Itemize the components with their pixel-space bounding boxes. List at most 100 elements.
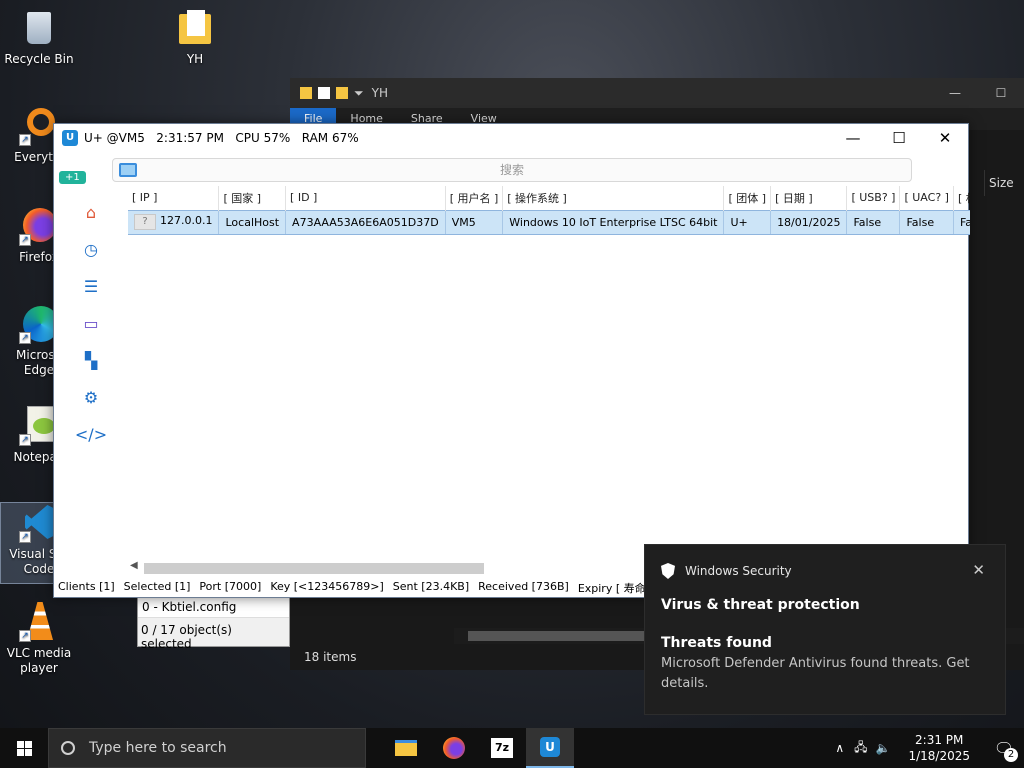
search-icon bbox=[61, 741, 75, 755]
settings-gears-icon[interactable]: ⚙ bbox=[54, 379, 128, 416]
app-title: U+ @VM5 2:31:57 PM CPU 57% RAM 67% bbox=[84, 131, 359, 145]
maximize-button[interactable]: ☐ bbox=[876, 124, 922, 152]
search-placeholder: 搜索 bbox=[499, 163, 524, 177]
clients-table[interactable]: [ IP ] [ 国家 ] [ ID ] [ 用户名 ] [ 操作系统 ] [ … bbox=[128, 186, 970, 558]
vlc-cone-icon: ↗ bbox=[19, 602, 59, 642]
status-key: Key [<123456789>] bbox=[270, 580, 384, 593]
cell-username: VM5 bbox=[445, 209, 504, 235]
table-header-row: [ IP ] [ 国家 ] [ ID ] [ 用户名 ] [ 操作系统 ] [ … bbox=[128, 186, 970, 210]
status-clients: Clients [1] bbox=[58, 580, 115, 593]
cell-date: 18/01/2025 bbox=[770, 209, 848, 235]
toast-app-name: Windows Security bbox=[685, 564, 792, 578]
desktop-icon-label: Recycle Bin bbox=[4, 52, 74, 66]
system-tray: ∧ 🖧 🔈 2:31 PM 1/18/2025 🗨 2 bbox=[829, 732, 1024, 764]
firefox-icon bbox=[443, 737, 465, 759]
cell-ip: ? 127.0.0.1 bbox=[128, 209, 220, 235]
u-plus-logo-icon: U bbox=[62, 130, 78, 146]
network-icon[interactable]: 🖧 bbox=[850, 738, 871, 759]
new-client-badge: +1 bbox=[59, 171, 86, 184]
shortcut-arrow-icon: ↗ bbox=[19, 630, 31, 642]
taskbar-firefox[interactable] bbox=[430, 728, 478, 768]
column-header-date[interactable]: [ 日期 ] bbox=[770, 186, 848, 210]
unknown-flag-icon: ? bbox=[134, 214, 156, 230]
history-clock-icon[interactable]: ◷ bbox=[54, 231, 128, 268]
column-header-id[interactable]: [ ID ] bbox=[285, 186, 446, 210]
column-header-os[interactable]: [ 操作系统 ] bbox=[502, 186, 725, 210]
shield-icon bbox=[661, 563, 675, 579]
clock[interactable]: 2:31 PM 1/18/2025 bbox=[894, 732, 984, 764]
u-plus-logo-icon: U bbox=[540, 737, 560, 757]
clock-date: 1/18/2025 bbox=[908, 749, 970, 763]
column-header-camera[interactable]: [ 相机? ] bbox=[953, 186, 970, 210]
shortcut-arrow-icon: ↗ bbox=[19, 134, 31, 146]
new-folder-icon[interactable] bbox=[336, 87, 348, 99]
column-header-username[interactable]: [ 用户名 ] bbox=[445, 186, 504, 210]
column-header-size[interactable]: Size bbox=[984, 170, 1024, 196]
cell-os: Windows 10 IoT Enterprise LTSC 64bit bbox=[502, 209, 725, 235]
desktop-icon-label: VLC media player bbox=[6, 646, 72, 675]
desktop-icon-vlc[interactable]: ↗ VLC media player bbox=[0, 602, 78, 676]
taskbar-search-input[interactable]: Type here to search bbox=[48, 728, 366, 768]
u-plus-window[interactable]: U U+ @VM5 2:31:57 PM CPU 57% RAM 67% — ☐… bbox=[53, 123, 970, 598]
home-icon[interactable]: ⌂ bbox=[54, 194, 128, 231]
explorer-titlebar[interactable]: ⏷ YH — ☐ bbox=[290, 78, 1024, 108]
search-input[interactable]: 搜索 bbox=[112, 158, 912, 182]
windows-security-notification[interactable]: Windows Security ✕ Virus & threat protec… bbox=[644, 544, 1006, 715]
cell-country: LocalHost bbox=[218, 209, 287, 235]
status-expiry: Expiry [ 寿命 ] bbox=[577, 582, 654, 595]
cell-uac: False bbox=[899, 209, 954, 235]
properties-icon[interactable] bbox=[318, 87, 330, 99]
cell-usb: False bbox=[846, 209, 901, 235]
code-icon[interactable]: </> bbox=[54, 416, 128, 453]
cell-camera: False bbox=[953, 209, 970, 235]
shortcut-arrow-icon: ↗ bbox=[19, 531, 31, 543]
column-header-usb[interactable]: [ USB? ] bbox=[846, 186, 901, 210]
shortcut-arrow-icon: ↗ bbox=[19, 434, 31, 446]
status-selected: Selected [1] bbox=[123, 580, 191, 593]
column-header-country[interactable]: [ 国家 ] bbox=[218, 186, 287, 210]
toast-subheading: Threats found bbox=[661, 635, 772, 651]
list-item-label: 0 - Kbtiel.config bbox=[142, 600, 237, 614]
close-icon[interactable]: ✕ bbox=[972, 561, 985, 579]
maximize-button[interactable]: ☐ bbox=[978, 86, 1024, 100]
list-item[interactable]: 0 - Kbtiel.config bbox=[138, 596, 289, 618]
taskbar: Type here to search 7z U ∧ 🖧 🔈 2:31 PM 1… bbox=[0, 728, 1024, 768]
column-header-ip[interactable]: [ IP ] bbox=[128, 186, 220, 210]
notification-count-badge: 2 bbox=[1004, 747, 1018, 762]
taskbar-u-plus[interactable]: U bbox=[526, 728, 574, 768]
notification-center-button[interactable]: 🗨 2 bbox=[984, 739, 1024, 762]
table-row[interactable]: ? 127.0.0.1 LocalHost A73AAA53A6E6A051D37… bbox=[128, 209, 970, 235]
recycle-bin-icon bbox=[19, 8, 59, 48]
desktop-icon-recycle-bin[interactable]: Recycle Bin bbox=[0, 8, 78, 67]
monitor-icon[interactable]: ▭ bbox=[54, 305, 128, 342]
taskbar-search-placeholder: Type here to search bbox=[89, 740, 227, 756]
column-header-group[interactable]: [ 团体 ] bbox=[723, 186, 772, 210]
shortcut-arrow-icon: ↗ bbox=[19, 234, 31, 246]
desktop-icon-yh-folder[interactable]: YH bbox=[156, 8, 234, 67]
folder-icon bbox=[175, 8, 215, 48]
desktop-icon-label: YH bbox=[186, 52, 204, 66]
server-list-icon[interactable]: ☰ bbox=[54, 268, 128, 305]
monitor-icon bbox=[119, 163, 137, 177]
volume-muted-icon[interactable]: 🔈 bbox=[872, 741, 895, 755]
app-titlebar[interactable]: U U+ @VM5 2:31:57 PM CPU 57% RAM 67% — ☐… bbox=[54, 124, 968, 152]
item-count: 18 items bbox=[304, 650, 357, 664]
taskbar-7zip[interactable]: 7z bbox=[478, 728, 526, 768]
taskbar-file-explorer[interactable] bbox=[382, 728, 430, 768]
toast-body[interactable]: Microsoft Defender Antivirus found threa… bbox=[661, 654, 991, 694]
scroll-left-icon[interactable]: ◀ bbox=[130, 560, 138, 571]
chevron-up-icon[interactable]: ∧ bbox=[829, 741, 850, 755]
explorer-title: YH bbox=[371, 86, 388, 100]
quick-access-dropdown-icon[interactable]: ⏷ bbox=[354, 86, 364, 101]
clock-time: 2:31 PM bbox=[915, 733, 964, 747]
column-header-uac[interactable]: [ UAC? ] bbox=[899, 186, 954, 210]
file-explorer-icon bbox=[395, 740, 417, 756]
archive-file-list-pane[interactable]: 0 - Kbtiel.config 0 / 17 object(s) selec… bbox=[137, 595, 290, 651]
minimize-button[interactable]: — bbox=[830, 124, 876, 152]
close-button[interactable]: ✕ bbox=[922, 124, 968, 152]
start-button[interactable] bbox=[0, 728, 48, 768]
sidebar: ⌂ ◷ ☰ ▭ ▚ ⚙ </> bbox=[54, 194, 128, 453]
dashboard-icon[interactable]: ▚ bbox=[54, 342, 128, 379]
minimize-button[interactable]: — bbox=[932, 86, 978, 100]
scrollbar-thumb[interactable] bbox=[144, 563, 484, 574]
